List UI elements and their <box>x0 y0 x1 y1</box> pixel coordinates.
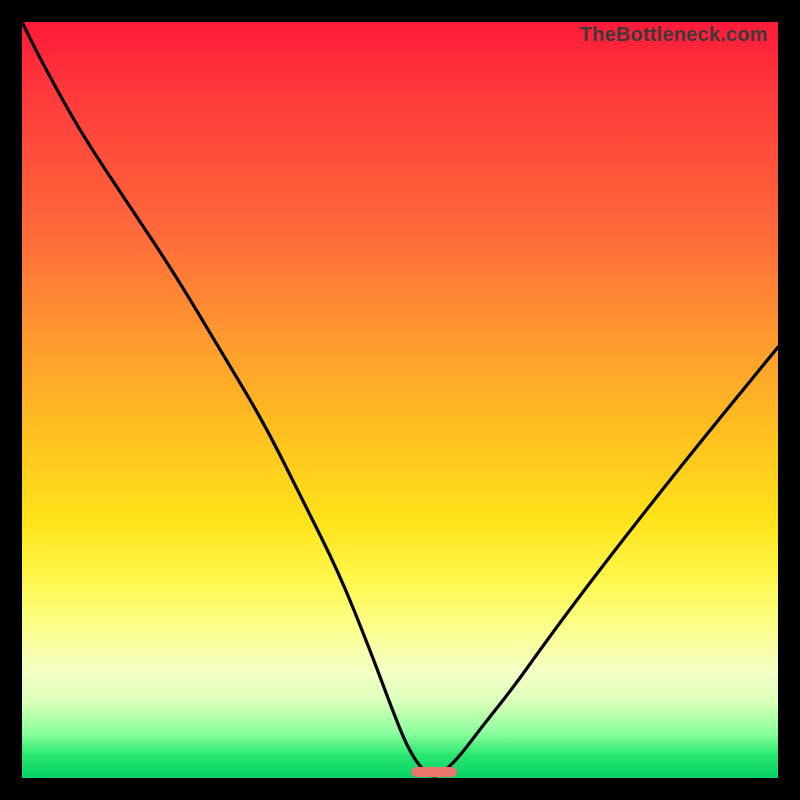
chart-frame: TheBottleneck.com <box>0 0 800 800</box>
optimal-marker <box>411 767 456 777</box>
curve-path <box>22 22 778 776</box>
plot-area: TheBottleneck.com <box>22 22 778 778</box>
bottleneck-curve <box>22 22 778 778</box>
